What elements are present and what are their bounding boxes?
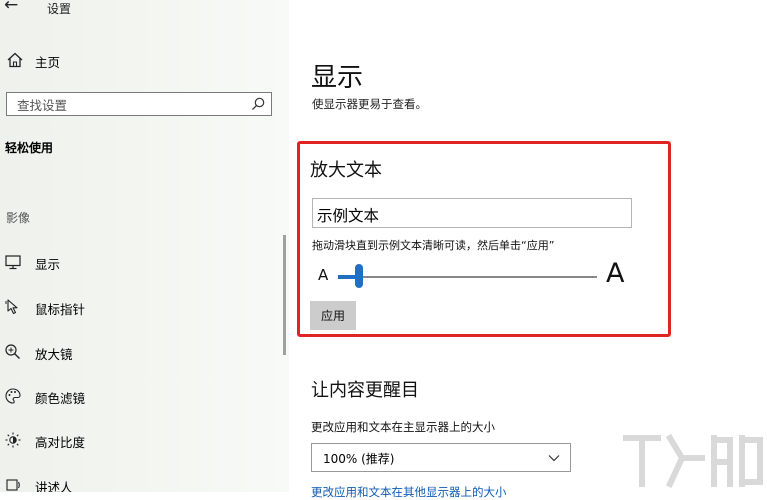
mouse-pointer-icon — [5, 299, 18, 315]
magnifier-icon — [5, 344, 20, 359]
monitor-icon — [5, 255, 21, 270]
chevron-down-icon — [548, 455, 560, 462]
search-icon[interactable] — [250, 96, 266, 112]
sample-text-box: 示例文本 — [312, 198, 632, 228]
enlarge-text-heading: 放大文本 — [310, 160, 382, 181]
scale-dropdown[interactable]: 100% (推荐) — [311, 443, 571, 472]
scale-label: 更改应用和文本在主显示器上的大小 — [311, 420, 495, 434]
narrator-icon — [6, 479, 20, 491]
main-content: 显示 使显示器更易于查看。 放大文本 示例文本 拖动滑块直到示例文本清晰可读，然… — [289, 0, 767, 499]
sidebar-item-label: 颜色滤镜 — [35, 391, 86, 406]
make-content-stand-out-heading: 让内容更醒目 — [311, 380, 419, 401]
page-title: 显示 — [311, 63, 364, 94]
sidebar-item-label: 放大镜 — [35, 347, 73, 362]
sidebar-item-label: 讲述人 — [35, 480, 73, 492]
other-displays-link[interactable]: 更改应用和文本在其他显示器上的大小 — [311, 484, 507, 500]
back-arrow-icon[interactable]: ← — [4, 0, 18, 15]
slider-min-label: A — [318, 266, 329, 284]
slider-max-label: A — [606, 258, 625, 289]
sidebar-scrollbar[interactable] — [283, 235, 286, 355]
section-heading: 轻松使用 — [5, 141, 54, 155]
sidebar-item-display[interactable]: 显示 — [0, 246, 289, 278]
apply-button[interactable]: 应用 — [310, 301, 356, 330]
sidebar-item-home[interactable]: 主页 — [0, 46, 289, 76]
search-box[interactable] — [6, 92, 272, 116]
sidebar-item-label: 显示 — [35, 257, 61, 272]
slider-instruction: 拖动滑块直到示例文本清晰可读，然后单击“应用” — [312, 239, 555, 252]
window-title: 设置 — [47, 2, 72, 16]
contrast-icon — [5, 432, 21, 448]
text-size-slider-thumb[interactable] — [354, 264, 363, 288]
sidebar-item-label: 鼠标指针 — [35, 302, 86, 317]
sidebar-item-color-filters[interactable]: 颜色滤镜 — [0, 380, 289, 412]
text-size-slider-track[interactable] — [338, 276, 597, 278]
page-description: 使显示器更易于查看。 — [312, 97, 427, 111]
palette-icon — [5, 388, 21, 404]
sidebar: ← 设置 主页 轻松使用 影像 显示 鼠标指针 — [0, 0, 289, 492]
watermark-logo — [623, 433, 763, 488]
sidebar-item-magnifier[interactable]: 放大镜 — [0, 336, 289, 368]
sidebar-item-label: 高对比度 — [35, 435, 86, 450]
sidebar-item-narrator[interactable]: 讲述人 — [0, 469, 289, 492]
sample-text: 示例文本 — [317, 207, 380, 225]
search-input[interactable] — [15, 94, 249, 116]
scale-dropdown-value: 100% (推荐) — [323, 452, 395, 466]
sidebar-item-high-contrast[interactable]: 高对比度 — [0, 424, 289, 456]
sidebar-item-mouse-pointer[interactable]: 鼠标指针 — [0, 291, 289, 323]
sidebar-item-label: 主页 — [35, 55, 61, 70]
home-icon — [7, 52, 23, 68]
group-label: 影像 — [6, 211, 31, 225]
